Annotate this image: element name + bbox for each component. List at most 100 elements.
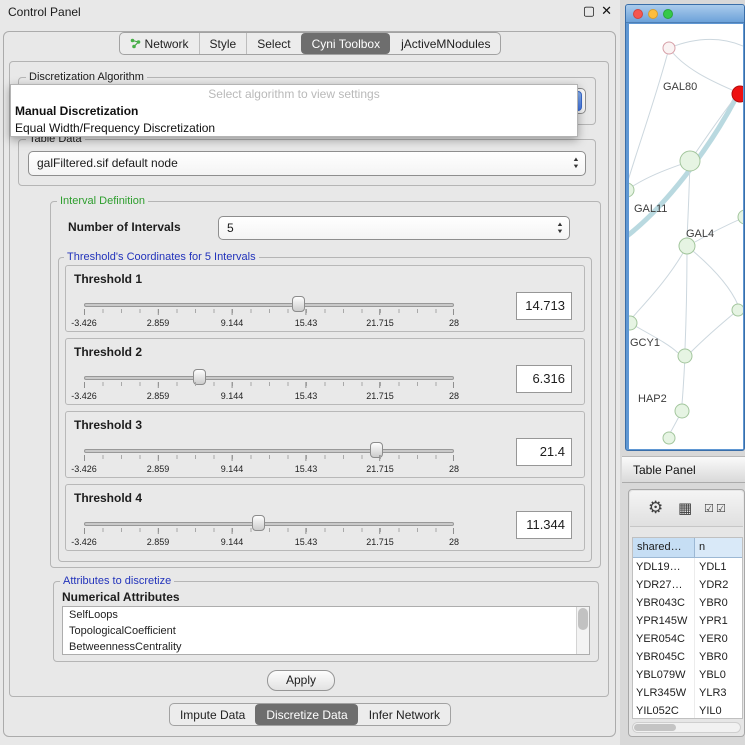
thresholds-list: Threshold 1 -3.426 2.859 9.144 15.43 xyxy=(65,265,585,557)
scale-tick-label: 2.859 xyxy=(147,464,170,474)
table-cell: YER0 xyxy=(695,630,742,648)
table-row[interactable]: YDR27… YDR2 xyxy=(633,576,742,594)
float-window-icon[interactable]: ▢ xyxy=(583,3,595,19)
stepper-down-icon: ▼ xyxy=(556,229,563,235)
tab-discretize-data[interactable]: Discretize Data xyxy=(255,704,357,725)
zoom-traffic-light-icon[interactable] xyxy=(663,9,673,19)
tab-select[interactable]: Select xyxy=(246,33,300,54)
table-row[interactable]: YER054C YER0 xyxy=(633,630,742,648)
tab-cyni-toolbox[interactable]: Cyni Toolbox xyxy=(301,33,390,54)
scale-tick-label: 9.144 xyxy=(221,537,244,547)
scale-tick-label: 21.715 xyxy=(366,464,394,474)
network-node-label: HAP2 xyxy=(638,393,667,405)
network-node[interactable] xyxy=(663,42,675,54)
tab-infer-network[interactable]: Infer Network xyxy=(358,704,450,725)
threshold-value-field[interactable]: 11.344 xyxy=(516,511,572,539)
table-row[interactable]: YIL052C YIL0 xyxy=(633,702,742,719)
network-canvas[interactable]: GAL80 GAL11 GAL4 GCY1 HAP2 xyxy=(629,24,743,449)
checkbox-icon[interactable]: ☑ xyxy=(716,502,726,515)
slider-major-ticks xyxy=(84,382,454,388)
network-window-titlebar[interactable] xyxy=(626,5,744,23)
table-row[interactable]: YDL19… YDL1 xyxy=(633,558,742,576)
network-nodes xyxy=(629,42,743,444)
apply-button[interactable]: Apply xyxy=(267,670,335,691)
network-node[interactable] xyxy=(663,432,675,444)
table-cell: YDR2 xyxy=(695,576,742,594)
tab-label: Cyni Toolbox xyxy=(312,37,380,51)
table-row[interactable]: YBR043C YBR0 xyxy=(633,594,742,612)
columns-icon[interactable]: ▦ xyxy=(678,499,692,517)
threshold-2-panel: Threshold 2 -3.426 2.859 9.144 15.43 xyxy=(65,338,585,405)
combo-stepper-icon[interactable]: ▲ ▼ xyxy=(573,152,579,175)
network-node[interactable] xyxy=(675,404,689,418)
attribute-item[interactable]: BetweennessCentrality xyxy=(63,639,589,655)
tab-network[interactable]: Network xyxy=(120,33,199,54)
column-header-shared-name[interactable]: shared… xyxy=(633,538,695,558)
table-row[interactable]: YBL079W YBL0 xyxy=(633,666,742,684)
horizontal-scrollbar[interactable] xyxy=(632,722,741,733)
slider-scale: -3.426 2.859 9.144 15.43 21.715 28 xyxy=(84,391,454,402)
combo-stepper-icon[interactable]: ▲ ▼ xyxy=(557,217,563,239)
table-cell: YLR345W xyxy=(633,684,695,702)
network-tab-icon xyxy=(130,38,141,49)
algorithm-dropdown: Select algorithm to view settings Manual… xyxy=(10,84,578,137)
threshold-slider[interactable]: -3.426 2.859 9.144 15.43 21.715 28 xyxy=(80,440,458,478)
close-traffic-light-icon[interactable] xyxy=(633,9,643,19)
threshold-slider[interactable]: -3.426 2.859 9.144 15.43 21.715 28 xyxy=(80,367,458,405)
threshold-value-field[interactable]: 21.4 xyxy=(516,438,572,466)
algorithm-group-label: Discretization Algorithm xyxy=(26,71,147,83)
scale-tick-label: 28 xyxy=(449,318,459,328)
table-cell: YDL19… xyxy=(633,558,695,576)
attribute-item[interactable]: TopologicalCoefficient xyxy=(63,623,589,639)
bottom-tab-bar: Impute Data Discretize Data Infer Networ… xyxy=(0,703,620,726)
network-node-selected[interactable] xyxy=(732,86,743,102)
threshold-value-field[interactable]: 14.713 xyxy=(516,292,572,320)
network-node[interactable] xyxy=(629,316,637,330)
dropdown-option-equal-width[interactable]: Equal Width/Frequency Discretization xyxy=(11,120,577,137)
table-cell: YER054C xyxy=(633,630,695,648)
scrollbar-thumb[interactable] xyxy=(578,608,588,630)
table-row[interactable]: YPR145W YPR1 xyxy=(633,612,742,630)
scale-tick-label: -3.426 xyxy=(71,537,97,547)
network-node[interactable] xyxy=(678,349,692,363)
num-intervals-value: 5 xyxy=(227,217,234,239)
network-node[interactable] xyxy=(629,183,634,197)
attribute-item[interactable]: SelfLoops xyxy=(63,607,589,623)
screen: Control Panel ▢ ✕ N xyxy=(0,0,745,745)
tab-jactivemodules[interactable]: jActiveMNodules xyxy=(390,33,500,54)
threshold-slider[interactable]: -3.426 2.859 9.144 15.43 21.715 28 xyxy=(80,513,458,551)
network-node-label: GAL11 xyxy=(634,203,667,215)
gear-icon[interactable]: ⚙ xyxy=(648,498,663,518)
dropdown-option-manual[interactable]: Manual Discretization xyxy=(11,103,577,120)
num-intervals-label: Number of Intervals xyxy=(68,220,181,234)
network-node[interactable] xyxy=(680,151,700,171)
threshold-slider[interactable]: -3.426 2.859 9.144 15.43 21.715 28 xyxy=(80,294,458,332)
tab-style[interactable]: Style xyxy=(199,33,247,54)
tab-label: Select xyxy=(257,37,290,51)
table-cell: YBR0 xyxy=(695,648,742,666)
network-node[interactable] xyxy=(679,238,695,254)
threshold-value-field[interactable]: 6.316 xyxy=(516,365,572,393)
threshold-label: Threshold 4 xyxy=(74,491,142,505)
table-panel-title: Table Panel xyxy=(633,457,696,483)
tab-impute-data[interactable]: Impute Data xyxy=(170,704,255,725)
node-table: shared… n YDL19… YDL1 YDR27… YDR2 xyxy=(632,537,743,719)
scrollbar-thumb[interactable] xyxy=(634,724,676,731)
tab-label: Network xyxy=(145,37,189,51)
scale-tick-label: 28 xyxy=(449,537,459,547)
table-row[interactable]: YLR345W YLR3 xyxy=(633,684,742,702)
network-node[interactable] xyxy=(738,210,743,224)
attributes-scrollbar[interactable] xyxy=(576,607,589,654)
scale-tick-label: 21.715 xyxy=(366,391,394,401)
close-icon[interactable]: ✕ xyxy=(601,3,612,19)
table-data-select[interactable]: galFiltered.sif default node ▲ ▼ xyxy=(28,151,586,176)
network-view-window: GAL80 GAL11 GAL4 GCY1 HAP2 xyxy=(625,4,745,451)
scale-tick-label: 21.715 xyxy=(366,318,394,328)
num-intervals-select[interactable]: 5 ▲ ▼ xyxy=(218,216,570,240)
column-header-name[interactable]: n xyxy=(695,538,742,558)
checkbox-icon[interactable]: ☑ xyxy=(704,502,714,515)
table-cell: YBL079W xyxy=(633,666,695,684)
network-node[interactable] xyxy=(732,304,743,316)
table-row[interactable]: YBR045C YBR0 xyxy=(633,648,742,666)
minimize-traffic-light-icon[interactable] xyxy=(648,9,658,19)
